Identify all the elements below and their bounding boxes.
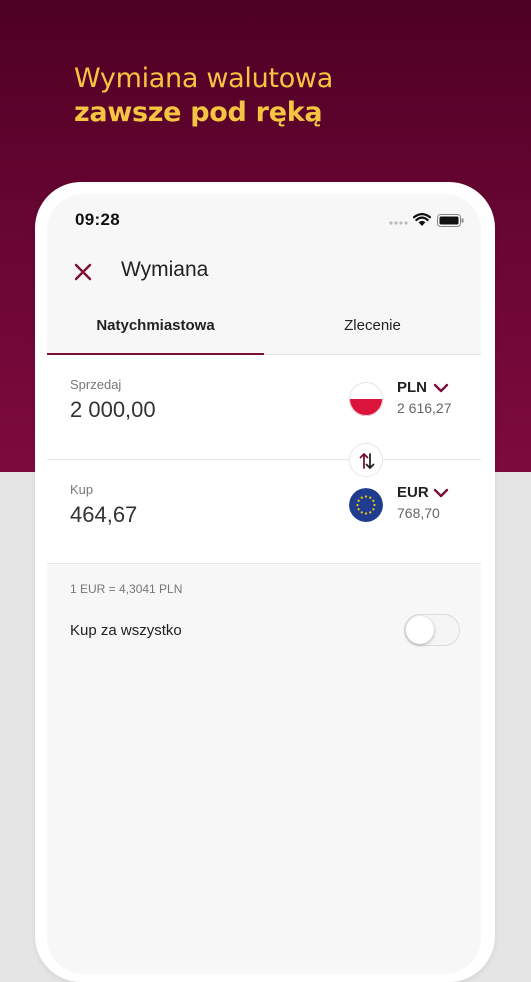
poland-flag-icon[interactable] <box>349 382 383 416</box>
status-time: 09:28 <box>75 210 120 229</box>
promo-headline: Wymiana walutowa zawsze pod ręką <box>74 62 333 130</box>
cellular-signal-icon <box>389 221 408 225</box>
buy-currency-selector[interactable]: EUR <box>397 484 429 501</box>
phone-screen: 09:28 Wymiana Natychmiastowa Zlecenie Sp… <box>47 194 481 974</box>
sell-currency-selector[interactable]: PLN <box>397 379 427 396</box>
wifi-icon <box>413 213 431 226</box>
promo-headline-line2: zawsze pod ręką <box>74 97 323 128</box>
swap-currencies-button[interactable] <box>349 443 383 477</box>
tab-instant[interactable]: Natychmiastowa <box>47 302 264 354</box>
sell-card: Sprzedaj 2 000,00 PLN 2 616,27 <box>47 355 481 460</box>
eu-flag-icon[interactable] <box>349 488 383 522</box>
close-icon[interactable] <box>71 260 95 284</box>
buy-all-toggle[interactable] <box>404 614 460 646</box>
buy-amount-input[interactable]: 464,67 <box>70 502 137 528</box>
status-bar: 09:28 <box>47 194 481 244</box>
swap-arrows-icon <box>359 453 375 469</box>
sell-balance: 2 616,27 <box>397 400 452 416</box>
buy-card: Kup 464,67 EUR 768,70 <box>47 460 481 564</box>
buy-label: Kup <box>70 482 94 497</box>
page-title: Wymiana <box>121 258 209 281</box>
toggle-knob <box>406 616 434 644</box>
app-header: Wymiana <box>47 244 481 300</box>
promo-headline-line1: Wymiana walutowa <box>74 63 333 94</box>
phone-frame: 09:28 Wymiana Natychmiastowa Zlecenie Sp… <box>35 182 495 982</box>
exchange-rate: 1 EUR = 4,3041 PLN <box>70 582 183 596</box>
buy-all-label: Kup za wszystko <box>70 622 182 639</box>
sell-label: Sprzedaj <box>70 377 122 392</box>
sell-amount-input[interactable]: 2 000,00 <box>70 397 156 423</box>
battery-icon <box>437 214 464 227</box>
tab-order[interactable]: Zlecenie <box>264 302 481 354</box>
buy-balance: 768,70 <box>397 505 440 521</box>
exchange-tabs: Natychmiastowa Zlecenie <box>47 302 481 355</box>
chevron-down-icon[interactable] <box>433 383 449 393</box>
chevron-down-icon[interactable] <box>433 488 449 498</box>
